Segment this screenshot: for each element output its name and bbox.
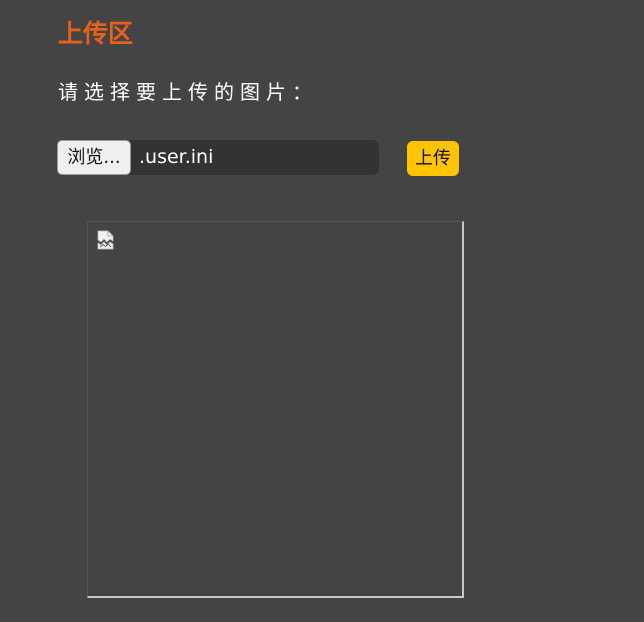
upload-page: 上传区 请选择要上传的图片： 浏览... .user.ini 上传 — [0, 0, 644, 622]
upload-button[interactable]: 上传 — [407, 141, 459, 176]
upload-prompt: 请选择要上传的图片： — [58, 80, 318, 104]
file-input[interactable]: 浏览... .user.ini — [57, 140, 379, 175]
browse-button[interactable]: 浏览... — [57, 140, 131, 175]
image-preview — [87, 221, 464, 598]
broken-image-icon — [96, 230, 116, 250]
selected-file-name: .user.ini — [139, 146, 214, 168]
page-title: 上传区 — [58, 19, 134, 48]
